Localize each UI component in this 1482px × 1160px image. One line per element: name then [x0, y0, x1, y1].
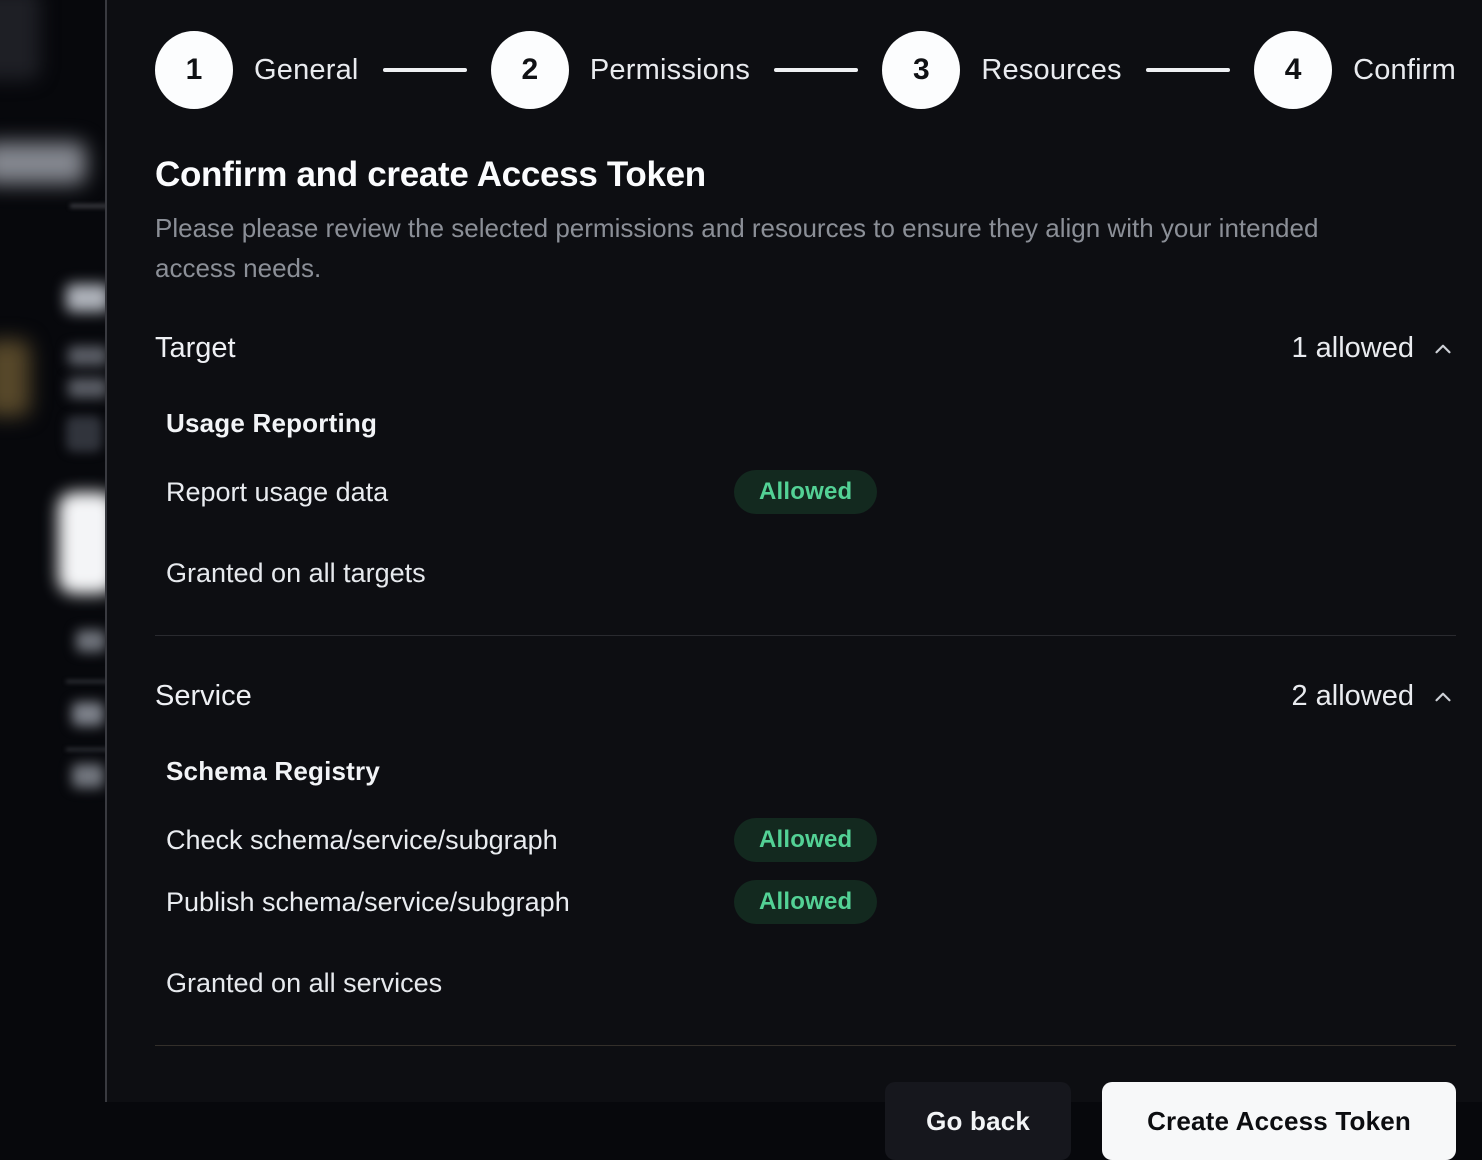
- backdrop-blur-blob: [0, 340, 30, 416]
- step-number-circle: 3: [882, 31, 960, 109]
- permission-label: Publish schema/service/subgraph: [166, 887, 734, 918]
- section-target-header[interactable]: Target 1 allowed: [155, 332, 1456, 365]
- step-number-circle: 4: [1254, 31, 1332, 109]
- page-subtitle: Please please review the selected permis…: [155, 208, 1383, 288]
- step-number-circle: 1: [155, 31, 233, 109]
- allowed-count: 2 allowed: [1291, 680, 1414, 713]
- step-confirm[interactable]: 4 Confirm: [1254, 31, 1456, 109]
- backdrop-blur-text: [66, 284, 107, 312]
- step-label: General: [254, 54, 359, 87]
- create-access-token-modal: 1 General 2 Permissions 3 Resources 4 Co…: [105, 0, 1482, 1102]
- group-heading: Schema Registry: [166, 756, 1456, 787]
- backdrop-blur-blob: [0, 0, 40, 80]
- go-back-button[interactable]: Go back: [885, 1082, 1071, 1160]
- section-header-right[interactable]: 1 allowed: [1291, 332, 1456, 365]
- section-header-right[interactable]: 2 allowed: [1291, 680, 1456, 713]
- backdrop-page: [0, 0, 107, 1102]
- section-name: Service: [155, 680, 252, 713]
- create-access-token-button[interactable]: Create Access Token: [1102, 1082, 1456, 1160]
- step-label: Confirm: [1353, 54, 1456, 87]
- section-service: Service 2 allowed Schema Registry Check …: [155, 680, 1456, 999]
- backdrop-blur-divider: [66, 680, 107, 683]
- wizard-stepper: 1 General 2 Permissions 3 Resources 4 Co…: [155, 31, 1456, 109]
- permission-row: Report usage data Allowed: [166, 470, 1456, 514]
- backdrop-blur-blob: [0, 142, 86, 184]
- backdrop-blur-text: [76, 630, 106, 652]
- backdrop-blur-text: [72, 764, 104, 788]
- backdrop-blur-text: [68, 378, 107, 398]
- section-service-header[interactable]: Service 2 allowed: [155, 680, 1456, 713]
- stepper-connector: [774, 68, 858, 72]
- permission-row: Publish schema/service/subgraph Allowed: [166, 880, 1456, 924]
- permission-row: Check schema/service/subgraph Allowed: [166, 818, 1456, 862]
- permission-group-schema-registry: Schema Registry Check schema/service/sub…: [155, 756, 1456, 924]
- backdrop-blur-divider: [66, 748, 107, 751]
- permission-label: Check schema/service/subgraph: [166, 825, 734, 856]
- chevron-up-icon[interactable]: [1430, 336, 1456, 362]
- backdrop-blur-text: [68, 346, 107, 366]
- status-badge-allowed: Allowed: [734, 880, 877, 924]
- step-general[interactable]: 1 General: [155, 31, 359, 109]
- granted-note: Granted on all services: [155, 968, 1456, 999]
- chevron-up-icon[interactable]: [1430, 684, 1456, 710]
- group-heading: Usage Reporting: [166, 408, 1456, 439]
- backdrop-blur-card: [58, 492, 107, 594]
- backdrop-blur-divider: [70, 204, 107, 208]
- step-permissions[interactable]: 2 Permissions: [491, 31, 750, 109]
- section-target: Target 1 allowed Usage Reporting Report …: [155, 332, 1456, 589]
- status-badge-allowed: Allowed: [734, 470, 877, 514]
- footer-divider: [155, 1045, 1456, 1046]
- page-title: Confirm and create Access Token: [155, 155, 1456, 195]
- permission-label: Report usage data: [166, 477, 734, 508]
- section-name: Target: [155, 332, 236, 365]
- step-number-circle: 2: [491, 31, 569, 109]
- section-divider: [155, 635, 1456, 636]
- modal-footer: Go back Create Access Token: [155, 1082, 1456, 1160]
- stepper-connector: [383, 68, 467, 72]
- allowed-count: 1 allowed: [1291, 332, 1414, 365]
- granted-note: Granted on all targets: [155, 558, 1456, 589]
- permission-group-usage-reporting: Usage Reporting Report usage data Allowe…: [155, 408, 1456, 514]
- stepper-connector: [1146, 68, 1230, 72]
- backdrop-blur-icon: [66, 416, 102, 452]
- status-badge-allowed: Allowed: [734, 818, 877, 862]
- step-label: Permissions: [590, 54, 750, 87]
- step-label: Resources: [981, 54, 1121, 87]
- backdrop-blur-text: [72, 702, 104, 726]
- step-resources[interactable]: 3 Resources: [882, 31, 1121, 109]
